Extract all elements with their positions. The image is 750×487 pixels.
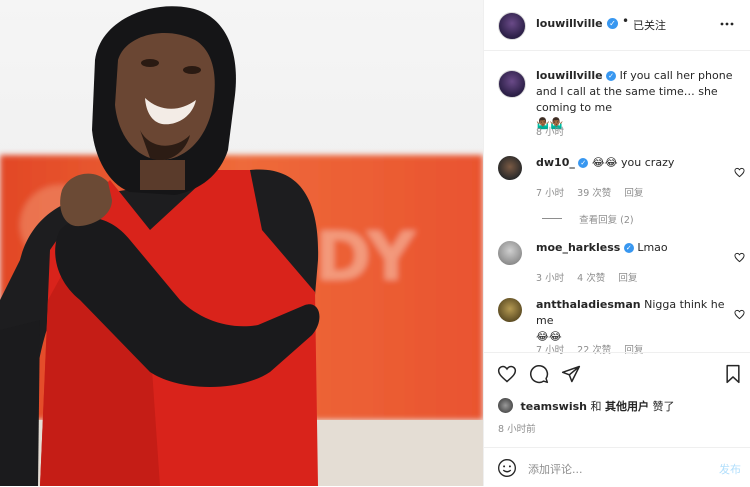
view-replies-line <box>542 218 562 219</box>
likes-suffix: 赞了 <box>652 400 675 413</box>
post-header: louwillville ✓ • 已关注 <box>484 0 750 51</box>
comment-verified-badge-icon: ✓ <box>623 243 634 253</box>
view-replies-link[interactable]: 查看回复 (2) <box>542 208 634 227</box>
comment-text-block: dw10_ ✓ 😂😂 you crazy <box>536 155 726 171</box>
comment-text: 😂😂 you crazy <box>591 156 675 169</box>
caption-time: 8 小时 <box>536 127 565 138</box>
likes-summary: teamswish 和 其他用户 赞了 <box>498 398 674 414</box>
comment-like-heart-icon[interactable] <box>734 305 745 320</box>
emoji-smiley-icon[interactable] <box>497 458 517 478</box>
author-avatar[interactable] <box>498 12 526 40</box>
bookmark-save-icon[interactable] <box>724 364 742 384</box>
comment-time: 3 小时 <box>536 273 565 284</box>
separator-dot: • <box>622 14 630 28</box>
comment-verified-badge-icon: ✓ <box>578 158 589 168</box>
comment-text: Lmao <box>637 241 668 254</box>
comment-likes[interactable]: 39 次赞 <box>577 188 611 199</box>
like-heart-icon[interactable] <box>497 364 517 384</box>
comment-username[interactable]: antthaladiesman <box>536 298 641 311</box>
comment-meta: 3 小时 4 次赞 回复 <box>536 266 637 285</box>
verified-badge-icon: ✓ <box>607 18 618 29</box>
share-send-icon[interactable] <box>561 364 581 384</box>
comment-avatar[interactable] <box>498 241 522 265</box>
caption-avatar[interactable] <box>498 70 526 98</box>
caption-text-block: louwillville ✓ If you call her phone and… <box>536 68 746 132</box>
comment-avatar[interactable] <box>498 156 522 180</box>
caption-username[interactable]: louwillville <box>536 69 603 82</box>
svg-text:DY: DY <box>315 218 416 297</box>
comment-username[interactable]: dw10_ <box>536 156 575 169</box>
comment-like-heart-icon[interactable] <box>734 248 745 263</box>
comment-text-block: moe_harkless ✓ Lmao <box>536 240 726 256</box>
comment-input[interactable]: 添加评论... <box>528 461 583 477</box>
comment-meta: 7 小时 39 次赞 回复 <box>536 181 643 200</box>
view-replies-label: 查看回复 (2) <box>579 215 634 226</box>
caption-emoji: 🤷🏾‍♂️🤷🏾‍♂️ <box>536 117 564 130</box>
comment-reply-button[interactable]: 回复 <box>618 273 637 284</box>
post-photo-illustration: DY <box>0 0 483 486</box>
likes-joiner: 和 <box>590 400 602 413</box>
liker-username[interactable]: teamswish <box>521 400 587 413</box>
comment-composer: 添加评论... 发布 <box>484 447 750 487</box>
author-username[interactable]: louwillville <box>536 17 603 30</box>
follow-status-button[interactable]: 已关注 <box>633 17 666 33</box>
comment-reply-button[interactable]: 回复 <box>624 188 643 199</box>
post-image[interactable]: DY <box>0 0 483 486</box>
comment-like-heart-icon[interactable] <box>734 163 745 178</box>
action-bar <box>484 352 750 393</box>
comment-likes[interactable]: 4 次赞 <box>577 273 605 284</box>
post-timestamp: 8 小时前 <box>498 424 536 435</box>
post-details-panel: louwillville ✓ • 已关注 louwillville ✓ If y… <box>483 0 750 486</box>
likes-others-link[interactable]: 其他用户 <box>605 400 649 413</box>
post-comment-button[interactable]: 发布 <box>719 461 741 477</box>
comment-time: 7 小时 <box>536 188 565 199</box>
comment-username[interactable]: moe_harkless <box>536 241 620 254</box>
comment-avatar[interactable] <box>498 298 522 322</box>
more-dots-icon[interactable] <box>720 17 734 31</box>
liker-avatar[interactable] <box>498 398 513 413</box>
caption-verified-badge-icon: ✓ <box>606 71 617 81</box>
comment-bubble-icon[interactable] <box>529 364 549 384</box>
